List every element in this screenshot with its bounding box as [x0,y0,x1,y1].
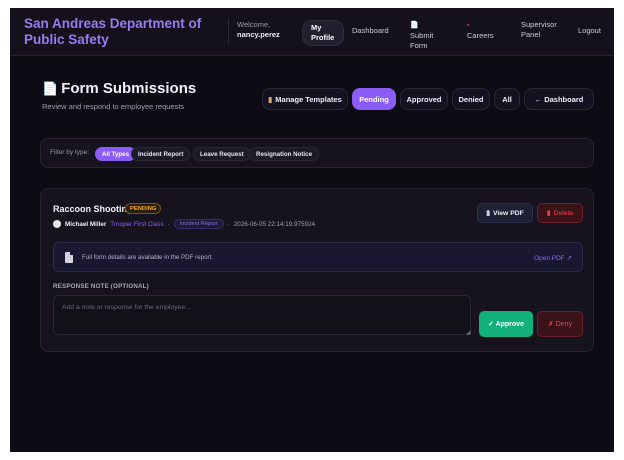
nav-logout[interactable]: Logout [578,26,601,36]
form-icon: 📄 [410,22,419,29]
welcome-text: Welcome, nancy.perez [237,20,280,40]
nav-submit-form-label: Submit Form [410,31,434,50]
nav-dashboard[interactable]: Dashboard [352,26,389,36]
approve-button[interactable]: ✓ Approve [479,311,533,337]
filter-chip-incident-report[interactable]: Incident Report [131,147,191,161]
pdf-notice-text: Full form details are available in the P… [82,254,214,261]
view-pdf-button[interactable]: ▮ View PDF [477,203,533,223]
top-nav: San Andreas Department of Public Safety … [10,8,614,56]
briefcase-icon: ▪ [467,22,470,29]
meta-separator: · [167,220,170,228]
filter-bar: Filter by type: All Types Incident Repor… [40,138,594,168]
brand-title[interactable]: San Andreas Department of Public Safety [24,16,229,48]
nav-careers[interactable]: ▪ Careers [467,20,497,41]
employee-rank: Trooper First Class [110,220,164,228]
back-to-dashboard-button[interactable]: ← Dashboard [524,88,594,110]
filter-label: Filter by type: [50,149,90,156]
page-subtitle: Review and respond to employee requests [42,102,185,111]
nav-my-profile[interactable]: My Profile [302,20,344,46]
nav-supervisor-panel[interactable]: Supervisor Panel [521,20,563,40]
response-note-label: RESPONSE NOTE (OPTIONAL) [53,283,149,290]
submission-card: Raccoon Shooting PENDING Michael Miller … [40,188,594,352]
manage-templates-button[interactable]: ▮ Manage Templates [262,88,348,110]
welcome-prefix: Welcome, [237,20,271,29]
clipboard-icon: ▮ [268,94,273,104]
username: nancy.perez [237,30,280,39]
document-icon [65,252,73,263]
app-window: San Andreas Department of Public Safety … [10,8,614,452]
delete-label: Delete [553,209,574,217]
filter-chip-all-types[interactable]: All Types [95,147,137,161]
submission-title: Raccoon Shooting [53,204,133,214]
status-badge: PENDING [125,203,162,214]
tab-all[interactable]: All [494,88,520,110]
delete-button[interactable]: ▮ Delete [537,203,583,223]
form-type-badge: Incident Report [173,219,224,229]
open-pdf-link[interactable]: Open PDF ↗ [534,254,572,262]
manage-templates-label: Manage Templates [275,94,342,104]
trash-icon: ▮ [546,210,551,217]
filter-chip-resignation-notice[interactable]: Resignation Notice [249,147,320,161]
page-title: 📄 Form Submissions [42,80,196,97]
resize-handle-icon[interactable]: ◢ [466,329,471,336]
pdf-notice: Full form details are available in the P… [53,242,583,272]
form-icon: 📄 [42,81,59,96]
meta-separator: · [227,220,230,228]
submission-meta: Michael Miller Trooper First Class · Inc… [53,219,315,229]
nav-careers-label: Careers [467,31,494,40]
response-note-input[interactable] [53,295,471,335]
tab-approved[interactable]: Approved [400,88,448,110]
tab-pending[interactable]: Pending [352,88,396,110]
nav-divider [228,18,229,44]
nav-submit-form[interactable]: 📄 Submit Form [410,20,444,51]
employee-name: Michael Miller [65,220,107,228]
avatar [53,220,61,228]
submission-timestamp: 2026-06-05 22:14:19.975924 [233,220,315,228]
document-icon: ▮ [486,210,490,217]
tab-denied[interactable]: Denied [452,88,490,110]
view-pdf-label: View PDF [492,209,524,217]
deny-button[interactable]: ✗ Deny [537,311,583,337]
page-title-text: Form Submissions [61,80,197,97]
nav-my-profile-label: My Profile [311,23,335,42]
filter-chip-leave-request[interactable]: Leave Request [193,147,251,161]
